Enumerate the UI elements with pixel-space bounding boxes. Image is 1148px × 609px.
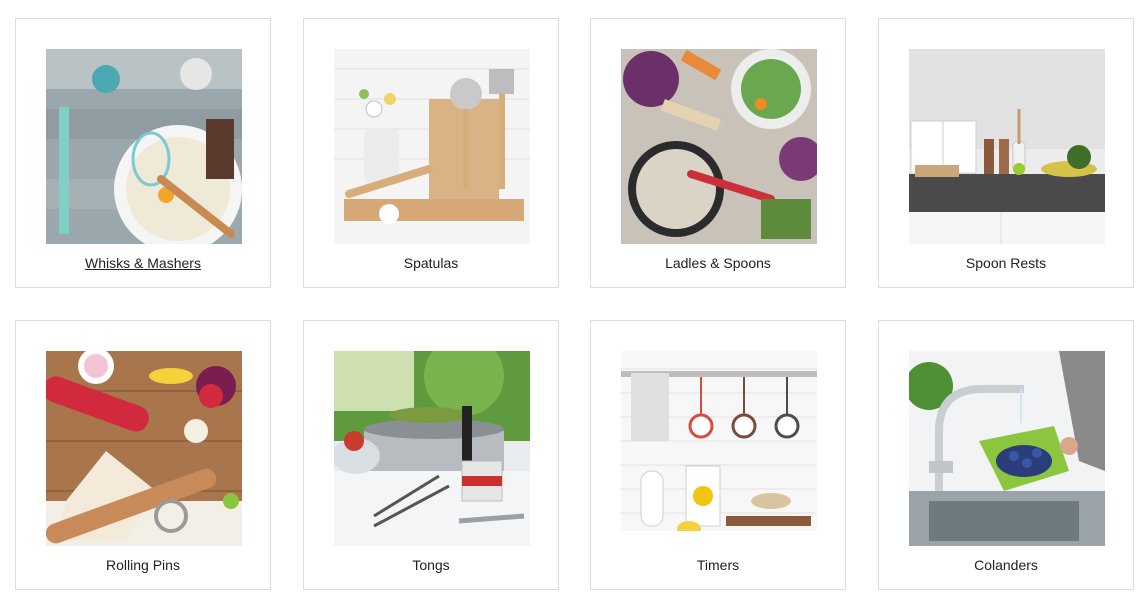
category-grid: Whisks & Mashers Spatulas Ladles & Spoon… xyxy=(0,0,1148,609)
category-card-spoon-rests[interactable]: Spoon Rests xyxy=(878,18,1134,288)
category-label[interactable]: Spoon Rests xyxy=(879,255,1133,271)
category-label[interactable]: Whisks & Mashers xyxy=(16,255,270,271)
timer-image[interactable] xyxy=(621,351,817,546)
whisk-image[interactable] xyxy=(46,49,242,244)
category-label[interactable]: Tongs xyxy=(304,557,558,573)
category-label[interactable]: Ladles & Spoons xyxy=(591,255,845,271)
category-card-ladles-spoons[interactable]: Ladles & Spoons xyxy=(590,18,846,288)
category-card-rolling-pins[interactable]: Rolling Pins xyxy=(15,320,271,590)
timer-icon xyxy=(621,351,817,546)
colander-image[interactable] xyxy=(909,351,1105,546)
colander-icon xyxy=(909,351,1105,546)
category-label[interactable]: Colanders xyxy=(879,557,1133,573)
category-card-spatulas[interactable]: Spatulas xyxy=(303,18,559,288)
category-label[interactable]: Rolling Pins xyxy=(16,557,270,573)
spoon-rest-icon xyxy=(909,49,1105,244)
ladle-image[interactable] xyxy=(621,49,817,244)
category-card-timers[interactable]: Timers xyxy=(590,320,846,590)
category-card-whisks-mashers[interactable]: Whisks & Mashers xyxy=(15,18,271,288)
rolling-pin-image[interactable] xyxy=(46,351,242,546)
category-card-tongs[interactable]: Tongs xyxy=(303,320,559,590)
whisk-icon xyxy=(46,49,242,244)
tongs-icon xyxy=(334,351,530,546)
spoon-rest-image[interactable] xyxy=(909,49,1105,244)
ladle-icon xyxy=(621,49,817,244)
category-label[interactable]: Timers xyxy=(591,557,845,573)
category-card-colanders[interactable]: Colanders xyxy=(878,320,1134,590)
spatula-icon xyxy=(334,49,530,244)
spatula-image[interactable] xyxy=(334,49,530,244)
rolling-pin-icon xyxy=(46,351,242,546)
category-label[interactable]: Spatulas xyxy=(304,255,558,271)
tongs-image[interactable] xyxy=(334,351,530,546)
